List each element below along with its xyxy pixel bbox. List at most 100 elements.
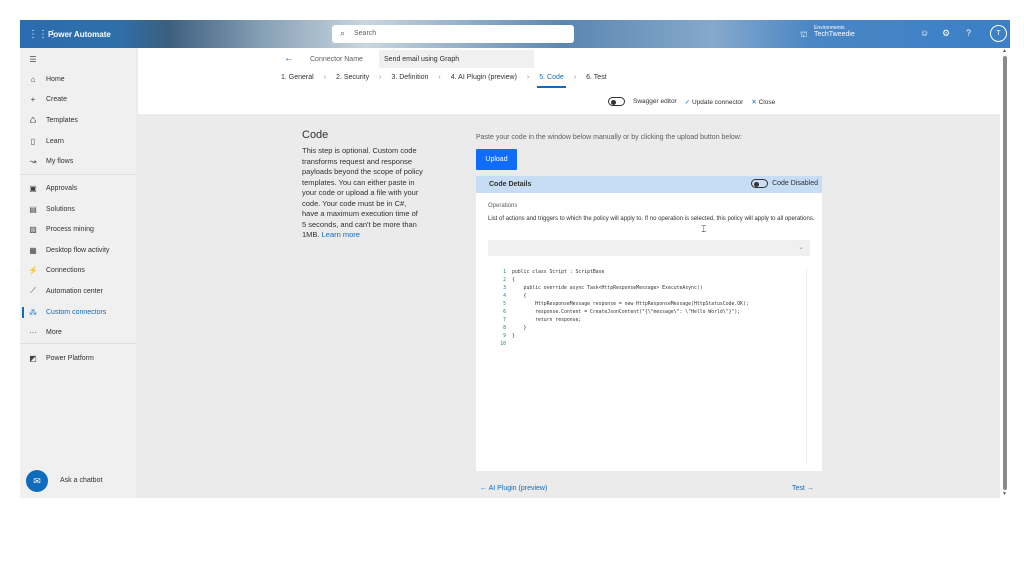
sidebar-item-label: Create: [46, 95, 68, 103]
learn-more-link[interactable]: Learn more: [322, 230, 360, 239]
hamburger-menu[interactable]: ☰: [20, 50, 136, 68]
hamburger-icon: ☰: [29, 54, 37, 64]
search-icon: ⌕: [340, 28, 346, 38]
templates-icon: ♺: [29, 115, 37, 125]
sidebar-item-custom-connectors[interactable]: ⁂ Custom connectors: [20, 303, 136, 321]
tab-security[interactable]: 2. Security: [334, 74, 371, 88]
chevron-right-icon: ›: [526, 74, 530, 81]
sidebar-item-automation-center[interactable]: ⟋ Automation center: [20, 282, 136, 300]
sidebar-item-learn[interactable]: ▯ Learn: [20, 132, 136, 150]
swagger-toggle[interactable]: [608, 97, 625, 106]
more-icon: ···: [29, 327, 37, 337]
scrollbar-thumb[interactable]: [1003, 56, 1007, 490]
tab-code[interactable]: 5. Code: [537, 74, 566, 88]
code-editor[interactable]: 1 public class Script : ScriptBase 2{3 pub…: [492, 269, 807, 464]
sidebar-item-connections[interactable]: ⚡ Connections: [20, 261, 136, 279]
upload-button[interactable]: Upload: [476, 149, 517, 170]
sidebar-item-solutions[interactable]: ▤ Solutions: [20, 200, 136, 218]
sidebar-item-more[interactable]: ··· More: [20, 323, 136, 341]
previous-step-label: AI Plugin (preview): [488, 485, 548, 492]
sidebar-item-label: Process mining: [46, 225, 94, 233]
sidebar-item-label: Custom connectors: [46, 308, 107, 316]
code-text: HttpResponseMessage response = new HttpR…: [512, 302, 749, 307]
sidebar-item-label: Power Platform: [46, 354, 94, 362]
code-line: 2{: [492, 277, 806, 285]
tab-test[interactable]: 6. Test: [584, 74, 609, 88]
connector-header: ← Connector Name Send email using Graph …: [138, 48, 1000, 114]
close-button[interactable]: ✕ Close: [751, 98, 775, 106]
line-number: 4: [503, 294, 506, 299]
arrow-left-icon: ←: [480, 485, 487, 492]
flow-icon: ↝: [29, 156, 37, 166]
sidebar-item-home[interactable]: ⌂ Home: [20, 70, 136, 88]
sidebar: ☰ ⌂ Home + Create ♺ Templates ▯ Learn ↝ My fl…: [20, 48, 136, 498]
process-mining-icon: ▧: [29, 224, 37, 234]
operations-label: Operations: [488, 203, 518, 209]
chatbot-button[interactable]: ✉: [26, 470, 48, 492]
sidebar-item-label: Desktop flow activity: [46, 246, 110, 254]
tab-ai-plugin[interactable]: 4. AI Plugin (preview): [449, 74, 519, 88]
sidebar-item-my-flows[interactable]: ↝ My flows: [20, 152, 136, 170]
line-number: 5: [503, 302, 506, 307]
scroll-up-icon[interactable]: ▲: [1002, 48, 1007, 54]
chatbot-label[interactable]: Ask a chatbot: [60, 477, 102, 484]
sidebar-item-desktop-flow-activity[interactable]: ▦ Desktop flow activity: [20, 241, 136, 259]
feedback-icon[interactable]: ☺: [920, 28, 929, 38]
code-text: }: [512, 334, 515, 339]
code-text: response.Content = CreateJsonContent("{\…: [512, 310, 741, 315]
divider: [20, 343, 136, 344]
code-line: 5 HttpResponseMessage response = new Htt…: [492, 301, 806, 309]
update-connector-button[interactable]: ✓ Update connector: [685, 98, 744, 106]
line-number: 9: [503, 334, 506, 339]
previous-step-button[interactable]: ← AI Plugin (preview): [480, 485, 547, 492]
scroll-down-icon[interactable]: ▼: [1002, 491, 1007, 497]
code-line: 1 public class Script : ScriptBase: [492, 269, 806, 277]
scrollbar[interactable]: ▲ ▼: [1000, 48, 1010, 498]
operations-dropdown[interactable]: ⌄: [488, 240, 810, 256]
code-line: 9}: [492, 333, 806, 341]
code-description: This step is optional. Custom code trans…: [302, 146, 424, 241]
environment-picker[interactable]: ⛫ Environments TechTweedie: [800, 25, 855, 39]
code-text: {: [512, 278, 515, 283]
code-toggle-label: Code Disabled: [772, 180, 818, 187]
tab-general[interactable]: 1. General: [279, 74, 316, 88]
avatar[interactable]: T: [990, 25, 1007, 42]
sidebar-item-process-mining[interactable]: ▧ Process mining: [20, 220, 136, 238]
update-connector-label: Update connector: [692, 98, 744, 106]
tab-definition[interactable]: 3. Definition: [389, 74, 430, 88]
line-number: 8: [503, 326, 506, 331]
mouse-cursor-icon: ⌶: [701, 224, 707, 234]
code-line: 8 }: [492, 325, 806, 333]
search-input[interactable]: ⌕ Search: [332, 25, 574, 43]
sidebar-item-label: Automation center: [46, 287, 103, 295]
chevron-right-icon: ›: [438, 74, 441, 81]
sidebar-item-approvals[interactable]: ▣ Approvals: [20, 179, 136, 197]
search-placeholder: Search: [354, 30, 377, 37]
home-icon: ⌂: [30, 74, 36, 84]
line-number: 1: [503, 270, 506, 275]
code-toggle[interactable]: [751, 179, 769, 188]
panel-title: Code Details: [489, 181, 532, 188]
app-name[interactable]: Power Automate: [48, 30, 111, 39]
code-text: }: [512, 326, 527, 331]
back-arrow-icon[interactable]: ←: [284, 53, 294, 64]
line-number: 3: [503, 286, 506, 291]
custom-connectors-icon: ⁂: [29, 307, 37, 317]
sidebar-item-label: Home: [46, 75, 65, 83]
sidebar-item-create[interactable]: + Create: [20, 90, 136, 108]
sidebar-item-label: Connections: [46, 266, 85, 274]
connector-name-input[interactable]: Send email using Graph: [379, 50, 534, 68]
help-icon[interactable]: ?: [966, 28, 971, 38]
gear-icon[interactable]: ⚙: [942, 28, 950, 39]
sidebar-item-power-platform[interactable]: ◩ Power Platform: [20, 349, 136, 367]
code-text: return response;: [512, 318, 582, 323]
book-icon: ▯: [30, 136, 36, 146]
chart-icon: ⟋: [30, 286, 36, 295]
chevron-right-icon: ›: [379, 74, 382, 81]
next-step-button[interactable]: Test →: [792, 485, 814, 492]
operations-description: List of actions and triggers to which th…: [488, 216, 815, 222]
chatbot-icon: ✉: [33, 476, 41, 486]
close-label: Close: [758, 98, 776, 106]
chevron-down-icon: ⌄: [798, 244, 804, 251]
sidebar-item-templates[interactable]: ♺ Templates: [20, 111, 136, 129]
